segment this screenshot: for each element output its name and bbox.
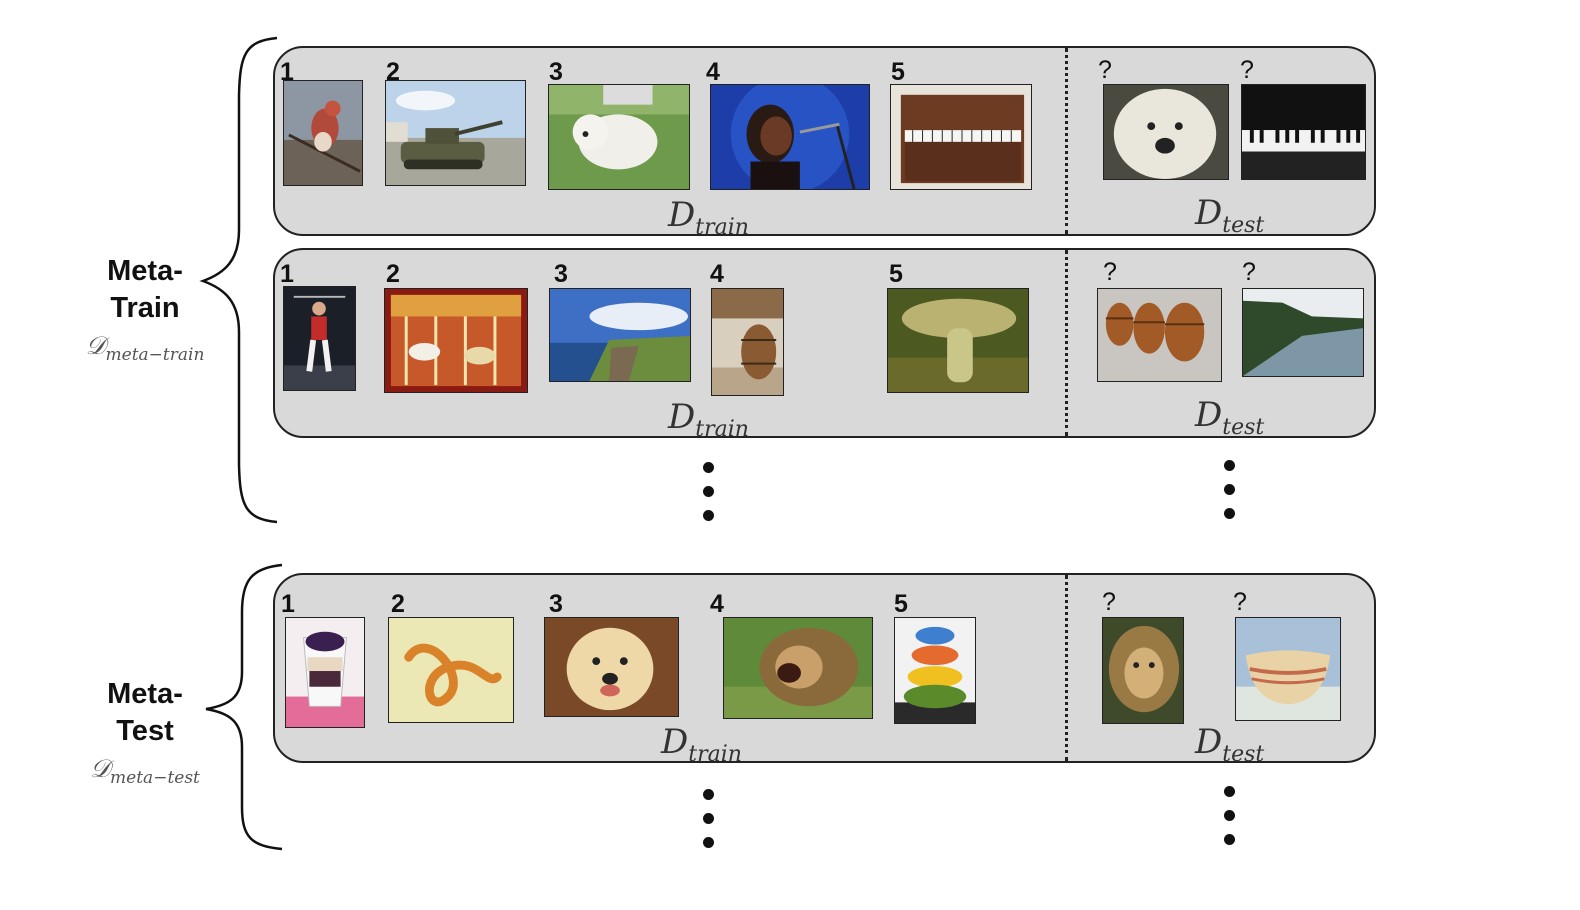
query-mark: ?: [1242, 258, 1256, 286]
d-train-main: D: [668, 195, 696, 235]
image-nematode: [388, 617, 514, 723]
d-test-label: Dtest: [1195, 398, 1264, 439]
d-train-main: D: [661, 722, 689, 762]
d-test-main: D: [1195, 395, 1223, 435]
meta-train-title-line1: Meta-: [107, 255, 183, 287]
d-train-sub: train: [695, 417, 749, 442]
image-gymnast: [283, 286, 356, 391]
d-train-label: Dtrain: [661, 725, 742, 766]
image-cliffs-query: [1242, 288, 1364, 377]
d-train-sub: train: [688, 742, 742, 767]
image-barrel: [711, 288, 784, 396]
image-bowls: [894, 617, 976, 724]
query-mark: ?: [1103, 258, 1117, 286]
shot-number: 5: [891, 58, 905, 86]
image-lion-query: [1102, 617, 1184, 724]
train-test-divider: [1065, 250, 1068, 436]
d-train-main: D: [668, 397, 696, 437]
d-test-sub: test: [1222, 213, 1265, 238]
d-test-sub: test: [1222, 742, 1265, 767]
image-piano: [890, 84, 1032, 190]
shot-number: 1: [280, 260, 294, 288]
image-tank: [385, 80, 526, 186]
image-dog-query: [1103, 84, 1229, 180]
d-test-label: Dtest: [1195, 196, 1264, 237]
query-mark: ?: [1233, 588, 1247, 616]
continuation-dots: [703, 789, 715, 861]
train-test-divider: [1065, 575, 1068, 761]
image-golden-retriever: [544, 617, 679, 717]
image-lion: [723, 617, 873, 719]
image-parfait: [285, 617, 365, 728]
meta-test-label: Meta- Test 𝒟meta−test: [50, 676, 240, 788]
continuation-dots: [1224, 460, 1236, 532]
continuation-dots: [703, 462, 715, 534]
episode-2: 1 2 3 4 5 ? ? Dtrain Dtest: [273, 248, 1376, 441]
shot-number: 2: [391, 590, 405, 618]
d-train-sub: train: [695, 215, 749, 240]
shot-number: 3: [549, 590, 563, 618]
meta-train-label: Meta- Train 𝒟meta−train: [50, 253, 240, 365]
query-mark: ?: [1240, 56, 1254, 84]
meta-train-symbol: 𝒟meta−train: [50, 331, 240, 365]
meta-test-title-line1: Meta-: [107, 678, 183, 710]
shot-number: 1: [281, 590, 295, 618]
image-bowl-query: [1235, 617, 1341, 721]
image-mushroom: [887, 288, 1029, 393]
shot-number: 5: [894, 590, 908, 618]
meta-train-symbol-main: 𝒟: [85, 331, 106, 360]
meta-train-title-line2: Train: [110, 292, 180, 324]
meta-test-symbol-sub: meta−test: [110, 768, 200, 788]
shot-number: 2: [386, 260, 400, 288]
episode-1: 1 2 3 4 5 ? ? Dtrain Dtest: [273, 46, 1376, 239]
image-cliffs: [549, 288, 691, 382]
image-singer: [710, 84, 870, 190]
meta-test-symbol-main: 𝒟: [90, 754, 111, 783]
d-test-label: Dtest: [1195, 725, 1264, 766]
image-carousel: [384, 288, 528, 393]
shot-number: 4: [710, 590, 724, 618]
image-barrels-query: [1097, 288, 1222, 382]
image-piano-query: [1241, 84, 1366, 180]
shot-number: 5: [889, 260, 903, 288]
continuation-dots: [1224, 786, 1236, 858]
shot-number: 3: [554, 260, 568, 288]
d-test-main: D: [1195, 722, 1223, 762]
d-train-label: Dtrain: [668, 198, 749, 239]
train-test-divider: [1065, 48, 1068, 234]
episode-meta-test: 1 2 3 4 5 ? ? Dtrain Dtest: [273, 573, 1376, 766]
image-dog: [548, 84, 690, 190]
image-bird: [283, 80, 363, 186]
shot-number: 4: [706, 58, 720, 86]
shot-number: 3: [549, 58, 563, 86]
meta-test-title-line2: Test: [116, 715, 174, 747]
d-train-label: Dtrain: [668, 400, 749, 441]
shot-number: 4: [710, 260, 724, 288]
d-test-main: D: [1195, 193, 1223, 233]
d-test-sub: test: [1222, 415, 1265, 440]
meta-train-symbol-sub: meta−train: [105, 345, 205, 365]
query-mark: ?: [1098, 56, 1112, 84]
meta-test-symbol: 𝒟meta−test: [50, 754, 240, 788]
query-mark: ?: [1102, 588, 1116, 616]
